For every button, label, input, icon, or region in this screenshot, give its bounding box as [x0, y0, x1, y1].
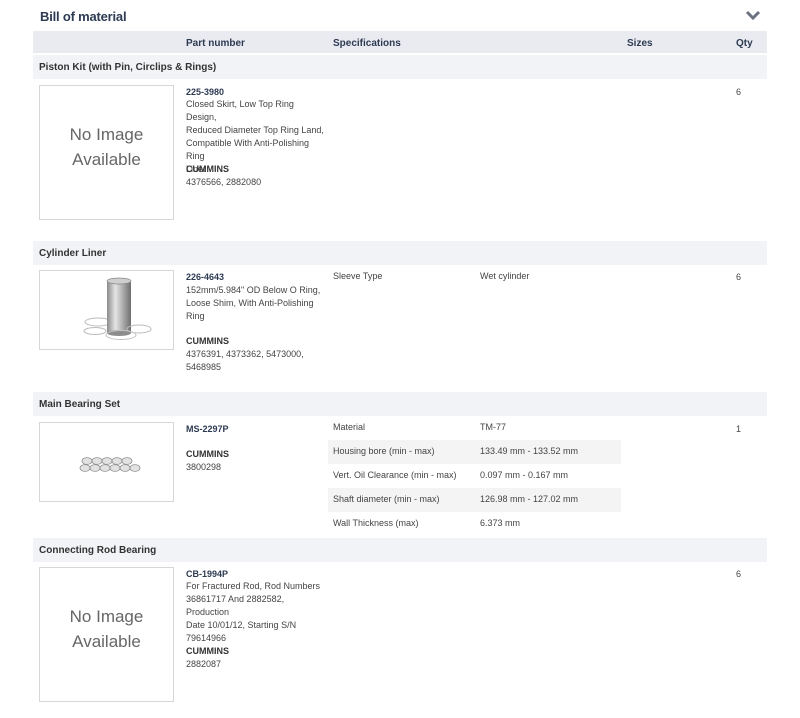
qty-value: 6: [736, 569, 742, 579]
spec-row: Sleeve Type Wet cylinder: [333, 271, 530, 281]
panel-title: Bill of material: [40, 9, 127, 24]
section-connecting-rod-bearing: Connecting Rod Bearing: [33, 538, 767, 562]
part-number-link[interactable]: 226-4643: [186, 272, 224, 282]
qty-value: 6: [736, 87, 742, 97]
product-image-placeholder[interactable]: No Image Available: [39, 85, 174, 220]
spec-row: Material TM-77: [333, 422, 507, 432]
oem-numbers: 4376566, 2882080: [186, 177, 262, 187]
spec-row: Housing bore (min - max) 133.49 mm - 133…: [328, 440, 621, 464]
spec-row: Wall Thickness (max) 6.373 mm: [333, 518, 521, 528]
cylinder-liner-image: [83, 277, 152, 340]
product-image-placeholder[interactable]: No Image Available: [39, 567, 174, 702]
product-image-main-bearing-set[interactable]: [39, 422, 174, 502]
brand-name: CUMMINS: [186, 164, 229, 174]
col-specifications: Specifications: [333, 38, 401, 49]
section-main-bearing-set: Main Bearing Set: [33, 392, 767, 416]
spec-row: Vert. Oil Clearance (min - max) 0.097 mm…: [333, 470, 569, 480]
bearing-set-image: [79, 457, 141, 472]
qty-value: 1: [736, 424, 742, 434]
oem-numbers: 3800298: [186, 462, 222, 472]
product-image-cylinder-liner[interactable]: [39, 270, 174, 350]
part-number-link[interactable]: CB-1994P: [186, 569, 228, 579]
col-sizes: Sizes: [627, 38, 653, 49]
table-header: Part number Specifications Sizes Qty: [33, 31, 767, 53]
no-image-text: No Image Available: [69, 125, 144, 169]
spec-row: Shaft diameter (min - max) 126.98 mm - 1…: [328, 488, 621, 512]
col-qty: Qty: [736, 38, 753, 49]
oem-numbers: 2882087: [186, 659, 222, 669]
oem-numbers: 4376391, 4373362, 5473000, 5468985: [186, 349, 304, 372]
brand-name: CUMMINS: [186, 449, 229, 459]
brand-name: CUMMINS: [186, 646, 229, 656]
col-part-number: Part number: [186, 38, 245, 49]
brand-name: CUMMINS: [186, 336, 229, 346]
no-image-text: No Image Available: [69, 607, 144, 651]
qty-value: 6: [736, 272, 742, 282]
bom-panel-header[interactable]: Bill of material: [33, 0, 767, 30]
part-number-link[interactable]: 225-3980: [186, 87, 224, 97]
part-description: For Fractured Rod, Rod Numbers 36861717 …: [186, 581, 321, 643]
chevron-down-icon[interactable]: [745, 9, 761, 21]
section-piston-kit: Piston Kit (with Pin, Circlips & Rings): [33, 55, 767, 79]
part-description: 152mm/5.984" OD Below O Ring, Loose Shim…: [186, 285, 321, 321]
part-number-link[interactable]: MS-2297P: [186, 424, 229, 434]
section-cylinder-liner: Cylinder Liner: [33, 241, 767, 265]
